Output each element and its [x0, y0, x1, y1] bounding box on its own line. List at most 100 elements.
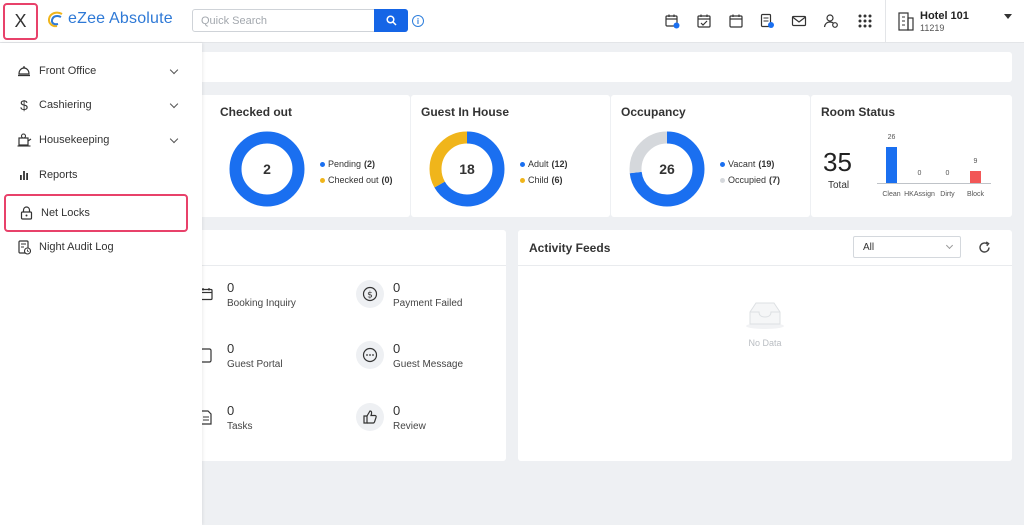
legend-label: Occupied [728, 175, 767, 185]
calendar-check-icon[interactable] [695, 12, 713, 30]
activity-filter-value: All [863, 242, 875, 253]
notif-label: Booking Inquiry [227, 298, 296, 309]
legend-dot [720, 161, 725, 167]
chart-value-label: 0 [917, 170, 922, 177]
chart-category-label: Block [966, 191, 985, 198]
menu-item-housekeeping[interactable]: Housekeeping [0, 123, 202, 157]
notif-label: Tasks [227, 421, 253, 432]
empty-inbox-icon [746, 302, 784, 329]
legend-count: (2) [364, 159, 376, 169]
chart-value-label: 9 [973, 158, 978, 165]
divider [518, 265, 1012, 266]
legend-item: Checked out (0) [320, 175, 393, 185]
bell-icon [16, 63, 32, 79]
notif-label: Review [393, 421, 426, 432]
thumbs-up-icon [363, 410, 377, 424]
legend-dot [520, 161, 525, 167]
calendar-icon[interactable] [727, 12, 745, 30]
legend-dot [520, 177, 525, 183]
building-icon [898, 12, 914, 31]
mail-icon[interactable] [790, 12, 808, 30]
legend-item: Occupied (7) [720, 175, 780, 185]
bar-chart-icon [16, 167, 32, 183]
notif-count: 0 [393, 403, 401, 418]
info-icon[interactable]: i [412, 15, 424, 27]
icon-circle [356, 403, 384, 431]
menu-label: Night Audit Log [39, 241, 114, 253]
legend-label: Checked out [328, 175, 379, 185]
room-total-label: Total [828, 180, 850, 191]
chevron-down-icon [169, 134, 179, 143]
menu-label: Housekeeping [39, 134, 110, 146]
card-title: Checked out [220, 105, 293, 119]
hotel-selector[interactable]: Hotel 101 11219 [885, 0, 1024, 43]
chart-value-label: 26 [887, 134, 896, 141]
close-menu-button[interactable]: X [3, 3, 38, 40]
chevron-down-icon [945, 241, 954, 250]
search-button[interactable] [374, 9, 408, 32]
logo[interactable]: eZee Absolute [47, 10, 173, 28]
menu-item-night-audit-log[interactable]: Night Audit Log [0, 230, 202, 264]
refresh-button[interactable] [977, 240, 991, 254]
menu-item-front-office[interactable]: Front Office [0, 54, 202, 88]
top-bar: X eZee Absolute i [0, 0, 1024, 43]
chevron-down-icon [169, 65, 179, 74]
legend-label: Vacant [728, 159, 756, 169]
menu-item-net-locks[interactable]: Net Locks [4, 194, 188, 232]
room-status-card: Room Status 35 Total 26 Clean 0 HKAssign 0 Di… [811, 95, 1012, 217]
notif-count: 0 [393, 341, 401, 356]
donut-value: 18 [459, 161, 475, 177]
icon-circle [356, 341, 384, 369]
chevron-down-icon [1004, 14, 1012, 19]
menu-label: Net Locks [41, 207, 90, 219]
calendar-add-icon[interactable] [663, 12, 681, 30]
chevron-down-icon [169, 99, 179, 108]
quick-search [192, 9, 408, 32]
menu-item-reports[interactable]: Reports [0, 158, 202, 192]
chart-axis [877, 183, 991, 184]
legend-count: (0) [381, 175, 393, 185]
menu-item-cashiering[interactable]: $ Cashiering [0, 88, 202, 122]
apps-grid-icon[interactable] [856, 12, 874, 30]
donut-value: 26 [659, 161, 675, 177]
notif-label: Payment Failed [393, 298, 463, 309]
chart-bar [970, 171, 981, 183]
legend-dot [320, 161, 325, 167]
legend-label: Child [528, 175, 549, 185]
hotel-name: Hotel 101 [920, 10, 969, 22]
legend-count: (19) [758, 159, 775, 169]
housekeeping-icon [16, 132, 32, 148]
legend-count: (12) [551, 159, 568, 169]
legend-item: Pending (2) [320, 159, 375, 169]
notif-count: 0 [227, 341, 235, 356]
dollar-icon: $ [20, 97, 28, 113]
legend-label: Pending [328, 159, 362, 169]
user-settings-icon[interactable] [822, 12, 840, 30]
legend-item: Vacant (19) [720, 159, 774, 169]
activity-feeds-card: Activity Feeds All No Data [518, 230, 1012, 461]
logo-swirl-icon [47, 11, 63, 28]
legend-count: (7) [769, 175, 781, 185]
logo-text: eZee Absolute [68, 10, 173, 27]
notif-label: Guest Portal [227, 359, 283, 370]
notif-label: Guest Message [393, 359, 464, 370]
activity-title: Activity Feeds [529, 241, 611, 255]
occupancy-card: Occupancy 26 Vacant (19) Occupied (7) [611, 95, 810, 217]
menu-label: Reports [39, 169, 78, 181]
divider [150, 265, 506, 266]
legend-label: Adult [528, 159, 549, 169]
legend-dot [320, 177, 325, 183]
legend-dot [720, 177, 725, 183]
lock-icon [18, 205, 34, 221]
notif-count: 0 [393, 280, 401, 295]
top-strip [150, 52, 1012, 82]
room-total-value: 35 [823, 147, 852, 177]
refresh-icon [978, 240, 990, 253]
hotel-code: 11219 [920, 23, 945, 33]
activity-filter-select[interactable]: All [853, 236, 961, 258]
notif-count: 0 [227, 403, 235, 418]
chat-icon [362, 347, 378, 363]
invoice-icon[interactable] [758, 12, 776, 30]
chart-value-label: 0 [945, 170, 950, 177]
search-input[interactable] [193, 10, 374, 31]
